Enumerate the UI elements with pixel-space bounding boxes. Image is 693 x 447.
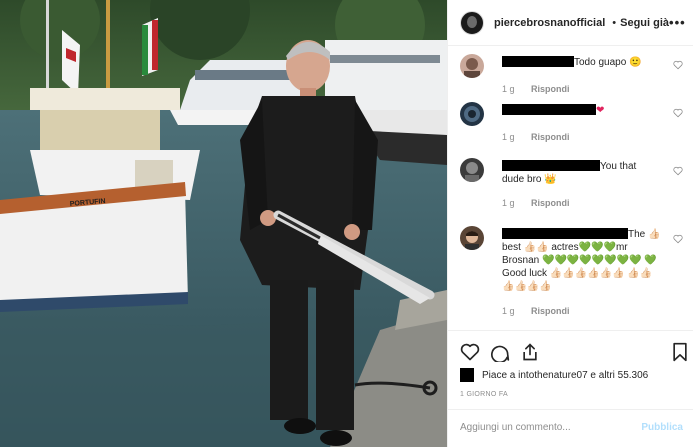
likes-row: Piace a intothenature07 e altri 55.306 [460, 368, 683, 384]
like-comment-heart-icon[interactable] [673, 166, 683, 176]
reply-button[interactable]: Rispondi [531, 84, 570, 94]
redacted-username [502, 228, 628, 239]
comment-item: You that dude bro 👑 1 g Rispondi [460, 158, 683, 212]
reply-button[interactable]: Rispondi [531, 306, 570, 316]
commenter-avatar[interactable] [460, 158, 484, 182]
publish-button[interactable]: Pubblica [641, 422, 683, 433]
more-options-icon[interactable]: ••• [669, 15, 686, 30]
reply-button[interactable]: Rispondi [531, 132, 570, 142]
comment-text: The 👍🏻 best 👍🏻👍🏻 actres💚💚💚mr Brosnan 💚💚💚… [502, 228, 661, 293]
like-comment-heart-icon[interactable] [673, 234, 683, 244]
comment-text: You that dude bro 👑 [502, 160, 661, 186]
comments-list[interactable]: Todo guapo 🙂 1 g Rispondi ❤ 1 g Rispondi [448, 46, 693, 330]
add-comment-bar: Aggiungi un commento... Pubblica [448, 409, 693, 447]
comment-meta: 1 g Rispondi [502, 198, 584, 208]
commenter-avatar[interactable] [460, 102, 484, 126]
reply-button[interactable]: Rispondi [531, 198, 570, 208]
comment-icon[interactable] [490, 342, 510, 362]
comment-emoji: 🙂 [629, 57, 642, 68]
like-comment-heart-icon[interactable] [673, 108, 683, 118]
following-button[interactable]: Segui già [620, 17, 669, 29]
comment-body: ❤ [596, 105, 605, 116]
comment-text: ❤ [502, 104, 661, 117]
comment-item: The 👍🏻 best 👍🏻👍🏻 actres💚💚💚mr Brosnan 💚💚💚… [460, 226, 683, 322]
post-timestamp[interactable]: 1 GIORNO FA [460, 391, 508, 398]
header-separator: • [612, 16, 617, 29]
comment-item: Todo guapo 🙂 1 g Rispondi [460, 54, 683, 100]
comment-time: 1 g [502, 132, 515, 142]
post-side-panel: piercebrosnanofficial • Segui già ••• To… [447, 0, 693, 447]
comment-meta: 1 g Rispondi [502, 132, 584, 142]
comment-item: ❤ 1 g Rispondi [460, 102, 683, 148]
comment-time: 1 g [502, 306, 515, 316]
comment-meta: 1 g Rispondi [502, 306, 584, 316]
comment-emoji: 👑 [544, 174, 557, 185]
author-avatar[interactable] [460, 10, 484, 35]
post-photo[interactable]: PORTUFIN [0, 0, 447, 447]
like-comment-heart-icon[interactable] [673, 60, 683, 70]
redacted-username [502, 160, 600, 171]
comment-text: Todo guapo 🙂 [502, 56, 661, 69]
comment-time: 1 g [502, 198, 515, 208]
commenter-avatar[interactable] [460, 226, 484, 250]
comment-body: Todo guapo [574, 57, 627, 68]
liker-avatar[interactable] [460, 368, 474, 382]
redacted-username [502, 56, 574, 67]
comment-meta: 1 g Rispondi [502, 84, 584, 94]
heart-icon[interactable] [460, 342, 480, 362]
comment-input[interactable]: Aggiungi un commento... [460, 422, 571, 433]
bookmark-icon[interactable] [670, 342, 690, 362]
post-action-bar [448, 330, 693, 370]
author-username[interactable]: piercebrosnanofficial [494, 17, 605, 29]
likes-text[interactable]: Piace a intothenature07 e altri 55.306 [482, 370, 648, 381]
post-header: piercebrosnanofficial • Segui già ••• [448, 0, 693, 46]
share-icon[interactable] [520, 342, 540, 362]
comment-time: 1 g [502, 84, 515, 94]
commenter-avatar[interactable] [460, 54, 484, 78]
redacted-username [502, 104, 596, 115]
